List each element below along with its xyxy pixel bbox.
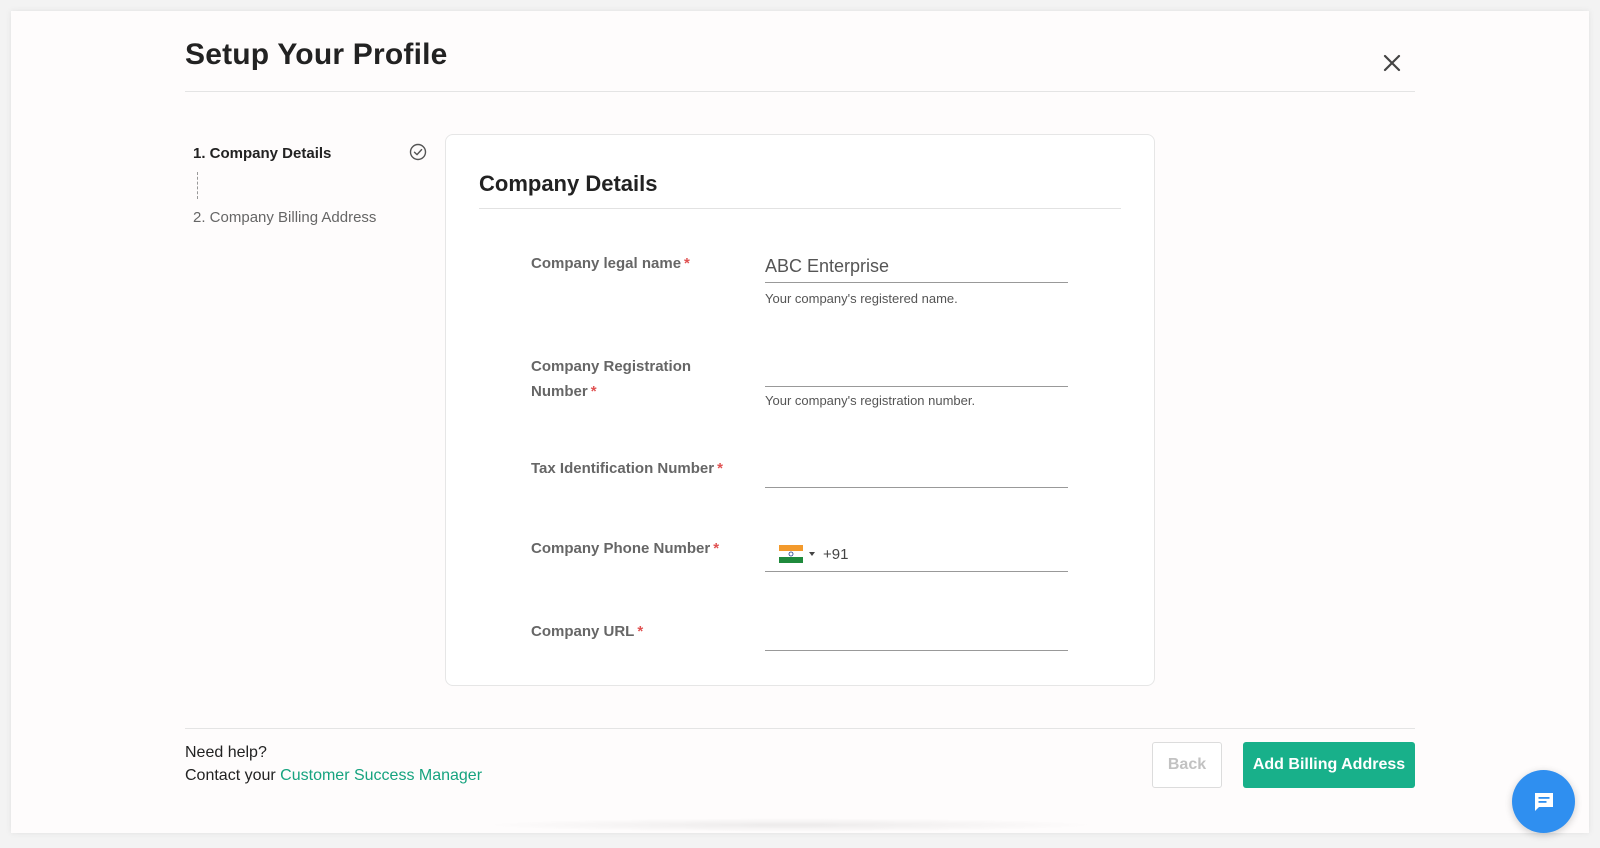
required-marker: * bbox=[713, 540, 720, 557]
company-details-card bbox=[445, 134, 1155, 686]
url-label: Company URL * bbox=[531, 623, 644, 640]
caret-down-icon bbox=[809, 552, 815, 556]
registration-number-input[interactable] bbox=[765, 355, 1068, 387]
phone-label: Company Phone Number * bbox=[531, 540, 720, 557]
legal-name-input[interactable] bbox=[765, 251, 1068, 283]
chat-icon bbox=[1535, 793, 1553, 811]
phone-input[interactable] bbox=[823, 540, 1063, 568]
url-input[interactable] bbox=[765, 619, 1068, 651]
check-circle-icon bbox=[409, 143, 427, 161]
step-company-billing-address[interactable]: 2. Company Billing Address bbox=[193, 209, 376, 226]
modal-bottom-shadow bbox=[480, 818, 1100, 832]
tax-id-input[interactable] bbox=[765, 456, 1068, 488]
registration-number-help: Your company's registration number. bbox=[765, 393, 976, 408]
close-button[interactable] bbox=[1381, 52, 1403, 74]
registration-number-label: Company Registration Number * bbox=[531, 358, 692, 400]
legal-name-help: Your company's registered name. bbox=[765, 291, 958, 306]
india-flag-icon bbox=[779, 545, 803, 563]
country-code-selector[interactable] bbox=[779, 545, 819, 565]
required-marker: * bbox=[637, 623, 644, 640]
required-marker: * bbox=[684, 255, 690, 272]
help-title: Need help? bbox=[185, 744, 267, 761]
tax-id-label: Tax Identification Number * bbox=[531, 460, 723, 477]
step-company-details[interactable]: 1. Company Details bbox=[193, 145, 331, 162]
footer-divider bbox=[185, 728, 1415, 729]
step-connector bbox=[197, 172, 198, 199]
required-marker: * bbox=[590, 383, 597, 400]
help-text: Contact your Customer Success Manager bbox=[185, 767, 483, 784]
chat-button[interactable] bbox=[1512, 770, 1575, 833]
header-divider bbox=[185, 91, 1415, 92]
back-button[interactable]: Back bbox=[1152, 742, 1222, 788]
customer-success-manager-link[interactable]: Customer Success Manager bbox=[280, 767, 482, 784]
add-billing-address-button[interactable]: Add Billing Address bbox=[1243, 742, 1415, 788]
card-title: Company Details bbox=[479, 171, 658, 196]
page-title: Setup Your Profile bbox=[185, 38, 448, 71]
close-icon bbox=[1383, 54, 1401, 72]
legal-name-label: Company legal name * bbox=[531, 255, 690, 272]
card-divider bbox=[479, 208, 1121, 209]
required-marker: * bbox=[717, 460, 723, 477]
phone-field bbox=[765, 536, 1068, 572]
